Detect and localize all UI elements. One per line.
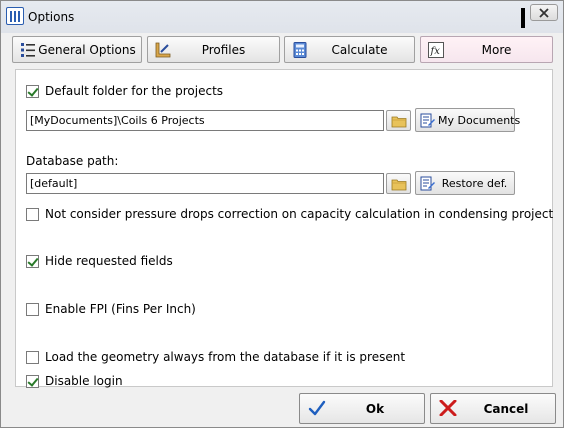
tab-calculate[interactable]: Calculate [284,36,415,63]
enable-fpi-option[interactable]: Enable FPI (Fins Per Inch) [26,301,196,317]
disable-login-option[interactable]: Disable login [26,373,123,389]
ok-button[interactable]: Ok [299,393,425,424]
ok-label: Ok [365,402,385,416]
edit-document-icon [420,113,435,128]
window-title: Options [28,10,75,24]
ruler-icon [155,42,171,58]
pressure-drops-checkbox[interactable] [26,207,39,221]
hide-requested-label: Hide requested fields [45,254,173,268]
disable-login-label: Disable login [45,374,123,388]
browse-database-button[interactable] [386,173,411,194]
tab-profiles[interactable]: Profiles [147,36,280,63]
app-icon [6,7,24,25]
checkmark-icon [308,400,326,416]
edit-document-icon [420,176,435,191]
tab-label: Calculate [331,43,388,57]
calculator-icon [293,42,307,58]
cancel-label: Cancel [483,402,529,416]
cancel-button[interactable]: Cancel [430,393,556,424]
options-dialog: Options General Options Profiles Calcula… [0,0,564,428]
load-geometry-option[interactable]: Load the geometry always from the databa… [26,349,405,365]
load-geometry-checkbox[interactable] [26,350,39,364]
enable-fpi-label: Enable FPI (Fins Per Inch) [45,302,196,316]
database-path-label: Database path: [26,154,119,168]
restore-default-label: Restore def. [441,177,508,190]
pressure-drops-label: Not consider pressure drops correction o… [45,207,554,221]
load-geometry-label: Load the geometry always from the databa… [45,350,406,364]
title-bar: Options [1,1,563,33]
pressure-drops-option[interactable]: Not consider pressure drops correction o… [26,206,553,222]
tab-label: General Options [38,43,136,57]
default-folder-checkbox[interactable] [26,84,39,98]
options-panel: Default folder for the projects [MyDocum… [15,69,553,389]
restore-default-button[interactable]: Restore def. [415,171,515,195]
hide-requested-checkbox[interactable] [26,254,39,268]
my-documents-button[interactable]: My Documents [415,108,521,132]
enable-fpi-checkbox[interactable] [26,302,39,316]
list-icon [21,43,35,57]
folder-icon [391,116,407,128]
tab-label: Profiles [201,43,246,57]
folder-icon [391,179,407,191]
cancel-x-icon [439,400,457,416]
tab-label: More [481,43,512,57]
browse-project-folder-button[interactable] [386,110,411,131]
default-folder-option[interactable]: Default folder for the projects [26,83,223,99]
tab-more[interactable]: fx More [420,36,553,63]
my-documents-label: My Documents [438,114,521,127]
database-path-input[interactable]: [default] [26,173,384,194]
project-folder-input[interactable]: [MyDocuments]\Coils 6 Projects [26,110,384,131]
tab-general-options[interactable]: General Options [12,36,142,63]
disable-login-checkbox[interactable] [26,374,39,388]
fx-icon: fx [428,42,444,58]
svg-text:fx: fx [430,46,441,57]
hide-requested-option[interactable]: Hide requested fields [26,253,173,269]
close-icon [539,7,549,18]
close-button[interactable] [530,4,558,21]
database-path-label-row: Database path: [26,153,118,169]
default-folder-label: Default folder for the projects [45,84,224,98]
title-bar-marker [521,8,525,28]
